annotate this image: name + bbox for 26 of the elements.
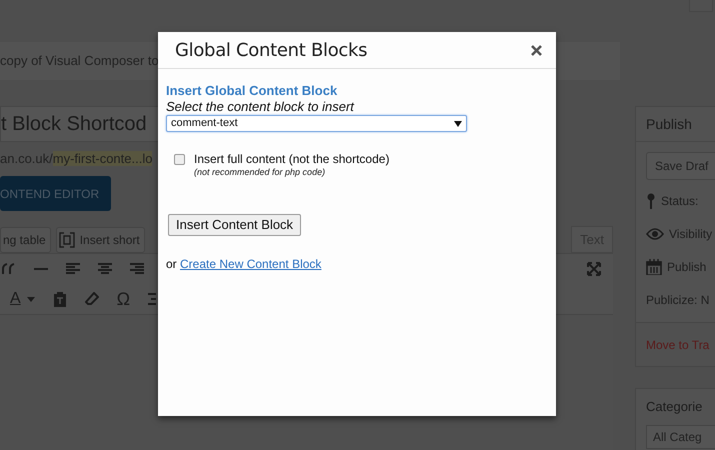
pin-icon [646,192,656,208]
checkbox-label[interactable]: Insert full content (not the shortcode) [194,152,390,167]
caret-icon[interactable] [26,296,35,302]
checkbox-note: (not recommended for php code) [194,167,326,178]
clipboard-icon[interactable] [52,291,67,307]
frontend-editor-button[interactable]: ONTEND EDITOR [0,176,112,211]
quote-icon[interactable] [2,263,16,275]
eraser-icon[interactable] [84,292,99,306]
section-heading: Insert Global Content Block [166,83,338,99]
fullscreen-icon[interactable] [587,262,601,276]
dropdown-arrow-icon [454,120,462,126]
checkbox[interactable] [174,154,185,165]
close-icon[interactable] [531,44,542,56]
create-new-content-block-link[interactable]: Create New Content Block [180,257,322,272]
eye-icon [646,228,664,240]
horizontal-line-icon[interactable] [34,267,48,271]
align-left-icon[interactable] [66,263,80,275]
dialog-title: Global Content Blocks [175,38,368,62]
brackets-icon [58,232,75,248]
indent-icon[interactable] [148,293,156,305]
align-center-icon[interactable] [98,263,112,275]
calendar-icon [646,258,662,274]
content-block-select[interactable]: comment-text [166,115,467,132]
align-right-icon[interactable] [130,263,144,275]
create-link-text: or Create New Content Block [166,256,322,274]
insert-content-block-button[interactable]: Insert Content Block [168,214,302,236]
